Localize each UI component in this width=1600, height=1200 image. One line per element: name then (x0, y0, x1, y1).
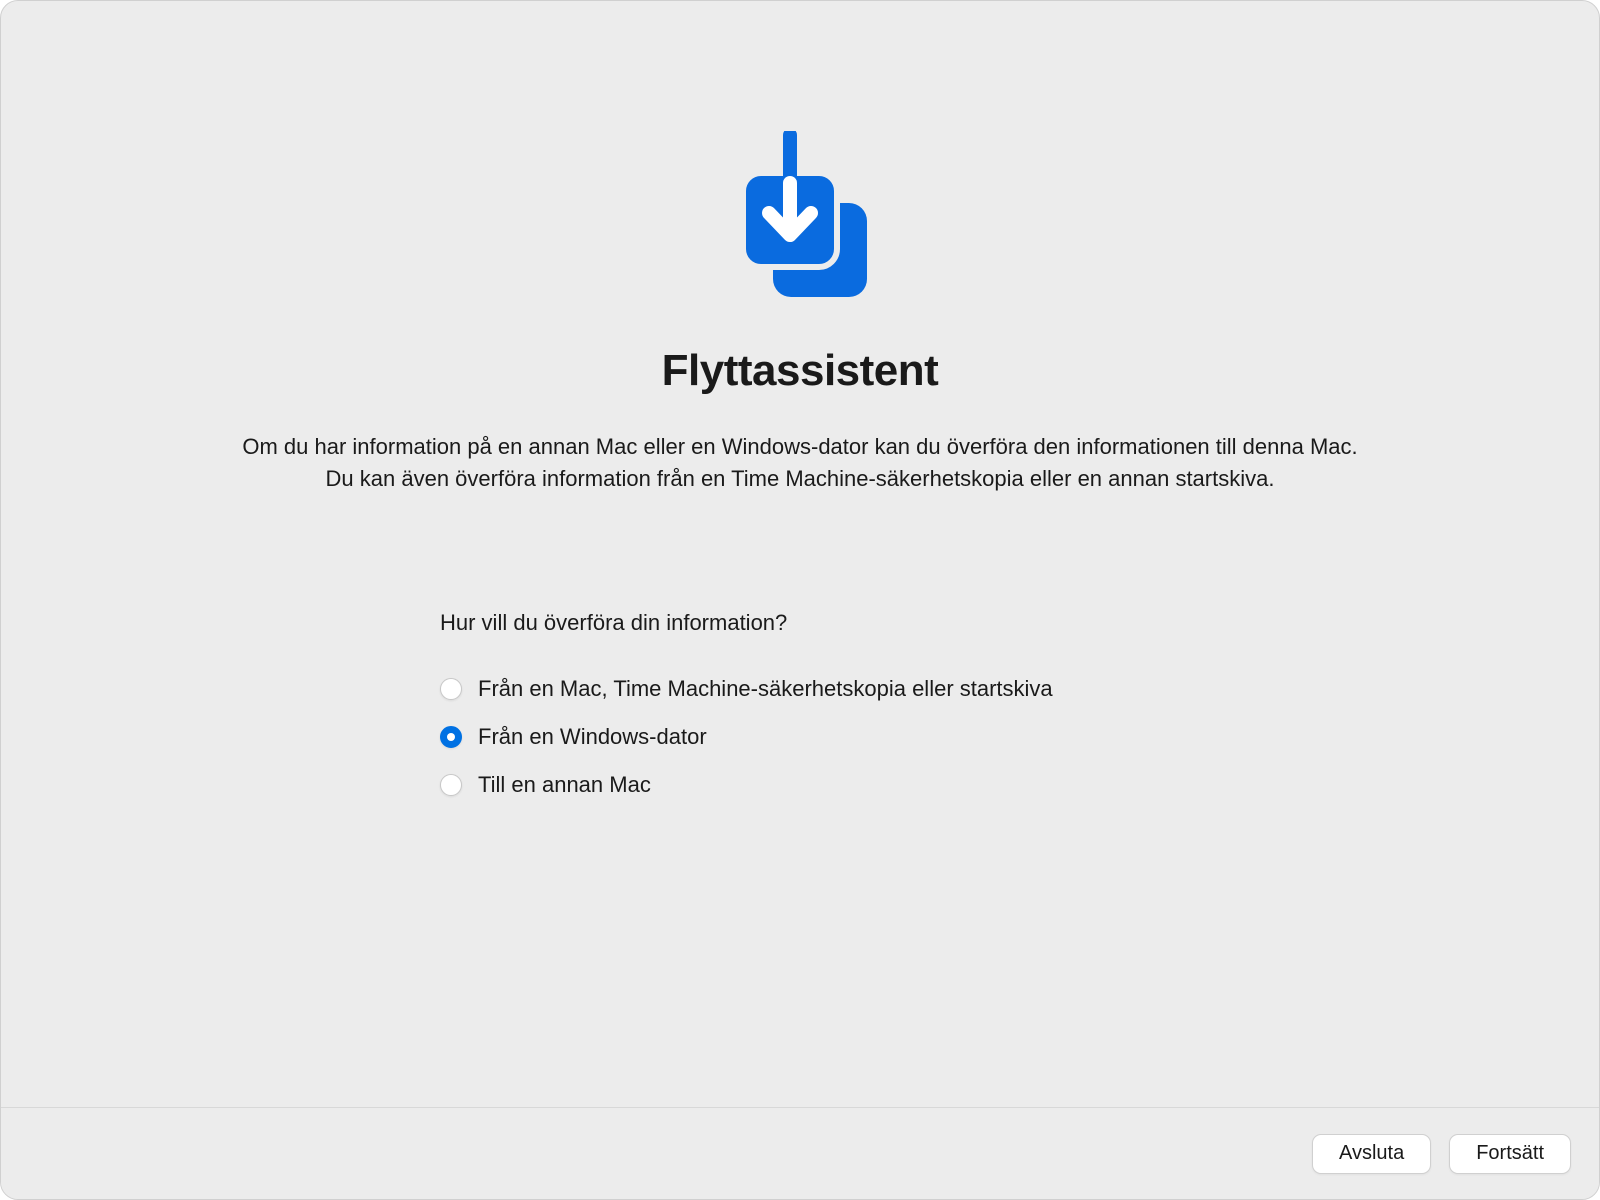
page-description: Om du har information på en annan Mac el… (200, 431, 1400, 495)
main-content: Flyttassistent Om du har information på … (1, 1, 1599, 1107)
migration-assistant-window: Flyttassistent Om du har information på … (0, 0, 1600, 1200)
radio-label: Till en annan Mac (478, 772, 651, 798)
migration-icon (720, 131, 880, 311)
page-title: Flyttassistent (662, 346, 939, 396)
options-section: Hur vill du överföra din information? Fr… (420, 610, 1180, 798)
radio-label: Från en Windows-dator (478, 724, 707, 750)
transfer-question: Hur vill du överföra din information? (440, 610, 1180, 636)
radio-indicator (440, 726, 462, 748)
radio-indicator (440, 678, 462, 700)
option-from-mac[interactable]: Från en Mac, Time Machine-säkerhetskopia… (440, 676, 1180, 702)
continue-button[interactable]: Fortsätt (1449, 1134, 1571, 1174)
radio-indicator (440, 774, 462, 796)
option-to-mac[interactable]: Till en annan Mac (440, 772, 1180, 798)
footer-bar: Avsluta Fortsätt (1, 1107, 1599, 1199)
option-from-windows[interactable]: Från en Windows-dator (440, 724, 1180, 750)
transfer-options-group: Från en Mac, Time Machine-säkerhetskopia… (440, 676, 1180, 798)
quit-button[interactable]: Avsluta (1312, 1134, 1431, 1174)
radio-label: Från en Mac, Time Machine-säkerhetskopia… (478, 676, 1053, 702)
